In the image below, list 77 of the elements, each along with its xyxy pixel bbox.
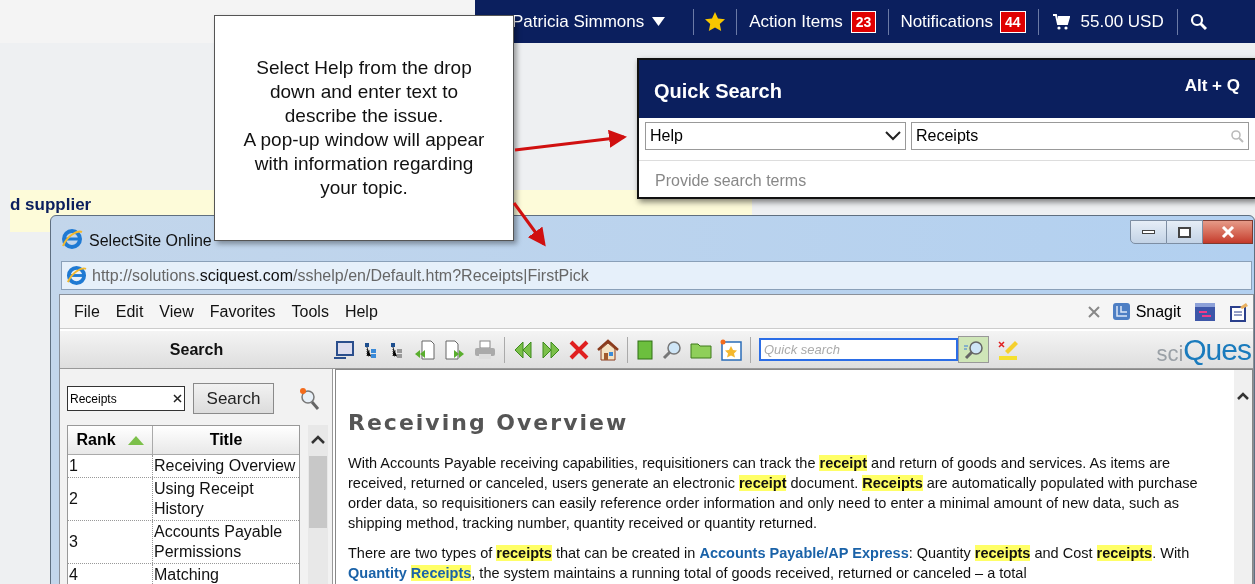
title-cell-text: Receiving Overview [153,456,297,476]
address-bar[interactable]: http://solutions.sciquest.com/sshelp/en/Default.htm?Receipts|FirstPick [61,261,1252,290]
browser-logo-icon [61,228,83,250]
search-field[interactable]: Receipts [911,122,1249,150]
window-icon[interactable] [1194,301,1216,322]
menu-item[interactable]: Favorites [201,299,284,324]
callout-text: A pop-up window will appear with information regarding your topic. [242,128,486,200]
clear-icon[interactable] [173,394,182,403]
category-dropdown[interactable]: Help [645,122,906,150]
link[interactable]: Accounts Payable/AP Express [699,545,909,561]
callout-text: Select Help from the drop down and enter text to describe the issue. [255,56,473,128]
search-icon [1230,129,1244,143]
search-button[interactable]: Search [193,383,274,414]
rank-cell: 4 [68,564,153,584]
page-back-icon[interactable] [414,338,436,361]
rewind-icon[interactable] [513,340,533,359]
title-cell-text: Using Receipt History [153,479,255,519]
rank-cell: 3 [68,521,153,563]
menu-item[interactable]: Edit [107,299,152,324]
arrow [512,202,546,247]
scroll-thumb[interactable] [309,456,327,528]
sort-up-icon [127,435,144,445]
highlighter-icon[interactable] [997,338,1019,361]
star-icon[interactable] [705,11,726,32]
brand-logo: sciQues [1156,334,1251,365]
search-icon[interactable] [1189,13,1207,30]
hint-text: Provide search terms [655,172,807,189]
count-badge: 44 [1000,10,1026,33]
menu-item[interactable]: File [66,299,108,324]
scroll-up-icon[interactable] [1237,392,1249,400]
title-cell-text: Accounts Payable Permissions [153,522,284,562]
paragraph: There are two types of receipts that can be created in Accounts Payable/AP Express: Quantity receipts and Cost receipts. With Quantity Receipts, the system maintains a running total of goods received, returned or canceled – a total [348,544,1191,583]
shortcut-hint: Alt + Q [1184,75,1240,98]
rank-cell: 2 [68,478,153,520]
home-icon[interactable] [597,338,619,361]
menu-item[interactable]: Help [336,299,386,324]
menu-item[interactable]: View [151,299,202,324]
url-text: http://solutions.sciquest.com/sshelp/en/Default.htm?Receipts|FirstPick [92,265,589,286]
column-header[interactable]: Rank [68,426,153,454]
caret-icon [652,17,666,26]
title-cell-text: Matching [153,565,220,584]
x-icon[interactable] [569,339,589,360]
page-forward-icon[interactable] [444,338,466,361]
notifications-link[interactable]: Notifications [900,8,993,35]
window-title: SelectSite Online [89,231,212,251]
grid-icon [1111,302,1131,321]
snagit-button[interactable]: Snagit [1111,299,1181,324]
menu-item[interactable]: Tools [283,299,337,324]
result-row[interactable]: 3 Accounts Payable Permissions [68,521,299,564]
banner-text: d supplier [10,195,92,214]
popup-title: Quick Search [654,79,782,104]
cart-total[interactable]: 55.00 USD [1080,8,1164,35]
count-badge: 23 [850,10,877,33]
maximize-button[interactable] [1167,220,1203,244]
search-icon [962,339,985,360]
search-field[interactable]: Receipts [67,386,185,411]
close-button[interactable] [1203,220,1253,244]
column-header[interactable]: Title [153,426,299,454]
document-icon[interactable] [1229,301,1249,322]
result-row[interactable]: 1 Receiving Overview [68,455,299,478]
cart-icon[interactable] [1052,13,1070,30]
scroll-up-icon[interactable] [311,435,325,444]
result-row[interactable]: 4 Matching [68,564,299,584]
browser-logo-icon [66,265,87,286]
monitor-icon[interactable] [334,340,354,359]
chevron-icon [885,131,901,141]
result-row[interactable]: 2 Using Receipt History [68,478,299,521]
close-icon[interactable] [1087,305,1100,318]
search-button[interactable] [958,336,989,363]
close-icon [1220,226,1235,238]
folder-icon[interactable] [690,340,712,359]
minimize-button[interactable] [1130,220,1167,244]
pane-title: Search [168,339,225,360]
article-title: Receiving Overview [348,409,630,437]
fast-forward-icon[interactable] [541,340,561,359]
rank-cell: 1 [68,455,153,477]
action-items-link[interactable]: Action Items [749,8,843,35]
